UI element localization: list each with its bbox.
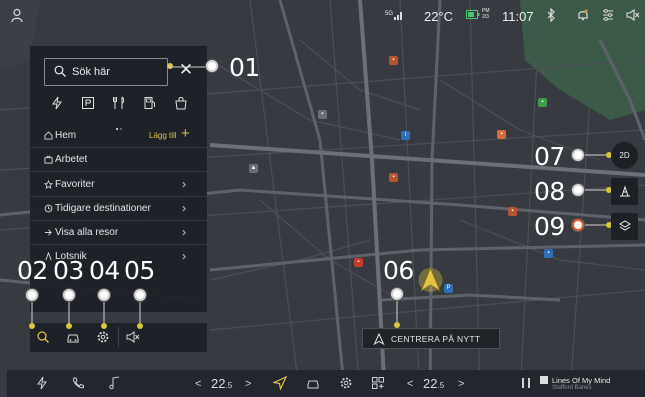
callout-marker-09 bbox=[572, 219, 584, 231]
temperature-left-value: 22 bbox=[211, 376, 226, 391]
phone-icon[interactable] bbox=[71, 376, 85, 390]
traffic-icon bbox=[619, 185, 630, 197]
callout-anchor bbox=[137, 323, 143, 329]
callout-anchor bbox=[101, 323, 107, 329]
recenter-button[interactable]: CENTRERA PÅ NYTT bbox=[362, 328, 500, 349]
callout-marker-03 bbox=[63, 289, 75, 301]
temperature-right-value: 22 bbox=[423, 376, 438, 391]
callout-anchor bbox=[29, 323, 35, 329]
temp-right-decrease[interactable]: < bbox=[407, 378, 413, 390]
pause-icon[interactable] bbox=[519, 376, 533, 390]
bottom-dock: < 22.5 > < 22.5 > Lines Of My Mind Staff… bbox=[7, 370, 645, 397]
traffic-layer-button[interactable] bbox=[611, 178, 638, 205]
charging-icon[interactable] bbox=[35, 376, 49, 390]
callout-number-09: 09 bbox=[534, 212, 565, 241]
temp-right-increase[interactable]: > bbox=[458, 378, 464, 390]
temperature-left[interactable]: 22.5 bbox=[211, 376, 232, 391]
view-mode-toggle[interactable]: 2D bbox=[611, 142, 638, 169]
callout-number-08: 08 bbox=[534, 177, 565, 206]
temperature-left-decimal: .5 bbox=[225, 381, 233, 390]
navigation-arrow-icon bbox=[373, 333, 385, 345]
temperature-right-decimal: .5 bbox=[437, 381, 445, 390]
callout-marker-08 bbox=[572, 184, 584, 196]
temp-left-increase[interactable]: > bbox=[245, 378, 251, 390]
temperature-right[interactable]: 22.5 bbox=[423, 376, 444, 391]
callout-anchor bbox=[66, 323, 72, 329]
media-title[interactable]: Lines Of My Mind bbox=[552, 376, 610, 385]
music-note-icon[interactable] bbox=[108, 376, 122, 390]
temp-left-decrease[interactable]: < bbox=[195, 378, 201, 390]
callout-marker-04 bbox=[98, 289, 110, 301]
vehicle-position-arrow bbox=[418, 266, 443, 293]
callout-marker-02 bbox=[26, 289, 38, 301]
callout-marker-06 bbox=[391, 288, 403, 300]
car-icon[interactable] bbox=[306, 376, 320, 390]
callout-number-06: 06 bbox=[383, 256, 414, 285]
navigation-icon[interactable] bbox=[273, 376, 287, 390]
recenter-label: CENTRERA PÅ NYTT bbox=[391, 334, 481, 344]
callout-number-07: 07 bbox=[534, 142, 565, 171]
settings-gear-icon[interactable] bbox=[339, 376, 353, 390]
callout-marker-05 bbox=[134, 289, 146, 301]
layers-icon bbox=[618, 220, 631, 231]
album-art[interactable] bbox=[540, 376, 548, 384]
view-mode-label: 2D bbox=[619, 151, 630, 160]
media-artist: Stafford Banes bbox=[552, 385, 592, 391]
map-layers-button[interactable] bbox=[611, 213, 638, 240]
apps-grid-icon[interactable] bbox=[371, 376, 385, 390]
callout-marker-07 bbox=[572, 149, 584, 161]
